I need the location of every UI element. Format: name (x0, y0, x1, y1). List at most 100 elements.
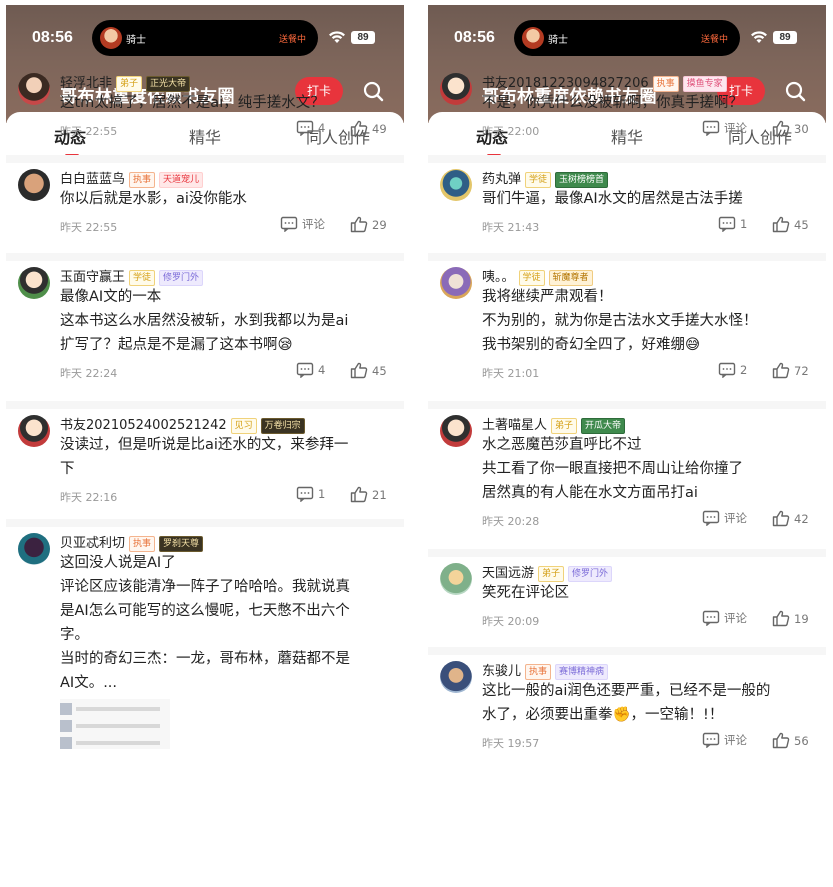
dynamic-island[interactable]: 骑士 送餐中 (92, 20, 318, 56)
post-content[interactable]: 笑死在评论区 (482, 581, 569, 605)
avatar[interactable] (18, 267, 50, 299)
comment-count: 1 (318, 487, 326, 501)
content-line: 水之恶魔芭莎直呼比不过 (482, 437, 642, 453)
author-name[interactable]: 药丸弹 (482, 172, 521, 187)
comment-count: 2 (740, 363, 748, 377)
avatar[interactable] (440, 267, 472, 299)
comment-icon (702, 120, 720, 136)
post-content[interactable]: 这比一般的ai润色还要严重，已经不是一般的 水了，必须要出重拳✊，一空输！!！ (482, 679, 770, 727)
author-name[interactable]: 贝亚忒利切 (60, 536, 125, 551)
comment-button[interactable]: 评论 (702, 120, 747, 136)
avatar[interactable] (18, 415, 50, 447)
avatar[interactable] (440, 415, 472, 447)
post-content[interactable]: 你以后就是水影，ai没你能水 (60, 187, 247, 211)
avatar[interactable] (440, 73, 472, 105)
dynamic-island[interactable]: 骑士 送餐中 (514, 20, 740, 56)
author-name[interactable]: 土著喵星人 (482, 418, 547, 433)
post-author: 咦。。 学徒 斩魔尊者 (482, 266, 593, 286)
thumbs-up-icon (772, 362, 790, 379)
status-time: 08:56 (32, 29, 73, 46)
content-line: 居然真的有人能在水文方面吊打ai (482, 485, 698, 501)
post-item[interactable]: 药丸弹 学徒 玉树榜榜首 哥们牛逼，最像AI水文的居然是古法手搓 昨天 21:43 1 45 (428, 163, 826, 261)
like-button[interactable]: 45 (350, 362, 387, 379)
content-line: 不为别的，就为你是古法水文手搓大水怪！ (482, 313, 758, 329)
thumbs-up-icon (772, 732, 790, 749)
comment-button[interactable]: 1 (296, 486, 325, 502)
title-badge: 开瓜大帝 (581, 418, 626, 434)
post-item[interactable]: 书友20181223094827206 执事 摸鱼专家 不是，你凭什么没被斩啊，你真手… (428, 67, 826, 163)
like-button[interactable]: 21 (350, 486, 387, 503)
avatar[interactable] (18, 169, 50, 201)
post-time: 昨天 20:09 (482, 615, 540, 628)
comment-button[interactable]: 2 (718, 362, 747, 378)
content-line: 我将继续严肃观看！ (482, 289, 613, 305)
rank-badge: 弟子 (551, 418, 578, 434)
content-line: 这回没人说是AI了 (60, 555, 176, 571)
comment-icon (718, 216, 736, 232)
post-content[interactable]: 水之恶魔芭莎直呼比不过 共工看了你一眼直接把不周山让给你撞了 居然真的有人能在水文方… (482, 433, 743, 505)
content-line: 扩写了？起点是不是漏了这本书啊😪 (60, 337, 293, 353)
like-count: 49 (372, 121, 387, 136)
post-item[interactable]: 天国远游 弟子 修罗门外 笑死在评论区 昨天 20:09 评论 19 (428, 557, 826, 655)
comment-button[interactable]: 评论 (702, 610, 747, 626)
comment-button[interactable]: 4 (296, 120, 325, 136)
post-item[interactable]: 贝亚忒利切 执事 罗刹天尊 这回没人说是AI了 评论区应该能清净一阵子了哈哈哈。我就说真… (6, 527, 404, 777)
avatar[interactable] (440, 563, 472, 595)
thumbs-up-icon (350, 486, 368, 503)
author-name[interactable]: 咦。。 (482, 270, 515, 285)
post-item[interactable]: 玉面守赢王 学徒 修罗门外 最像AI文的一本 这本书这么水居然没被斩，水到我都以为是ai… (6, 261, 404, 409)
attached-image-thumbnail[interactable] (60, 699, 170, 749)
author-name[interactable]: 书友20210524002521242 (60, 418, 227, 433)
post-content[interactable]: 这tm太搞了，居然不是ai，纯手搓水文？ (60, 91, 325, 115)
avatar[interactable] (440, 169, 472, 201)
comment-button[interactable]: 1 (718, 216, 747, 232)
comment-button[interactable]: 4 (296, 362, 325, 378)
phone-screen-right: 08:56 骑士 送餐中 89 哥布林重度依赖书友圈 打卡 动态 精华 同人创作… (428, 5, 826, 882)
post-item[interactable]: 咦。。 学徒 斩魔尊者 我将继续严肃观看！ 不为别的，就为你是古法水文手搓大水怪！ 我书架… (428, 261, 826, 409)
author-name[interactable]: 轻浮北非 (60, 76, 112, 91)
thumbs-up-icon (772, 216, 790, 233)
title-badge: 玉树榜榜首 (555, 172, 609, 188)
author-name[interactable]: 东骏儿 (482, 664, 521, 679)
post-content[interactable]: 不是，你凭什么没被斩啊，你真手搓啊？ (482, 91, 743, 115)
post-author: 土著喵星人 弟子 开瓜大帝 (482, 414, 626, 434)
like-count: 45 (372, 363, 387, 378)
author-name[interactable]: 白白蓝蓝鸟 (60, 172, 125, 187)
avatar[interactable] (18, 533, 50, 565)
like-button[interactable]: 72 (772, 362, 809, 379)
post-item[interactable]: 白白蓝蓝鸟 执事 天道宠儿 你以后就是水影，ai没你能水 昨天 22:55 评论 29 (6, 163, 404, 261)
comment-button[interactable]: 评论 (280, 216, 325, 232)
post-content[interactable]: 最像AI文的一本 这本书这么水居然没被斩，水到我都以为是ai 扩写了？起点是不是漏了… (60, 285, 348, 357)
comment-button[interactable]: 评论 (702, 510, 747, 526)
post-item[interactable]: 土著喵星人 弟子 开瓜大帝 水之恶魔芭莎直呼比不过 共工看了你一眼直接把不周山让给你撞了… (428, 409, 826, 557)
comment-count: 4 (318, 121, 326, 135)
island-status: 送餐中 (278, 35, 306, 45)
like-count: 21 (372, 487, 387, 502)
post-content[interactable]: 没读过，但是听说是比ai还水的文，来参拜一下 (60, 433, 348, 481)
post-item[interactable]: 东骏儿 执事 赛博精神病 这比一般的ai润色还要严重，已经不是一般的 水了，必须要出重拳… (428, 655, 826, 775)
rider-avatar (522, 27, 544, 49)
comment-count: 评论 (724, 733, 747, 747)
post-content[interactable]: 我将继续严肃观看！ 不为别的，就为你是古法水文手搓大水怪！ 我书架别的奇幻全四了，好… (482, 285, 758, 357)
content-line: 没读过，但是听说是比ai还水的文，来参拜一 (60, 437, 349, 453)
post-content[interactable]: 这回没人说是AI了 评论区应该能清净一阵子了哈哈哈。我就说真 是AI怎么可能写的这么… (60, 551, 350, 695)
author-name[interactable]: 书友20181223094827206 (482, 76, 649, 91)
author-name[interactable]: 天国远游 (482, 566, 534, 581)
comment-button[interactable]: 评论 (702, 732, 747, 748)
post-content[interactable]: 哥们牛逼，最像AI水文的居然是古法手搓 (482, 187, 743, 211)
thumbs-up-icon (772, 610, 790, 627)
like-button[interactable]: 42 (772, 510, 809, 527)
avatar[interactable] (18, 73, 50, 105)
island-name: 骑士 (548, 35, 568, 46)
like-button[interactable]: 56 (772, 732, 809, 749)
like-button[interactable]: 19 (772, 610, 809, 627)
like-button[interactable]: 30 (772, 120, 809, 137)
like-button[interactable]: 49 (350, 120, 387, 137)
thumbs-up-icon (350, 120, 368, 137)
post-item[interactable]: 轻浮北非 弟子 正光大帝 这tm太搞了，居然不是ai，纯手搓水文？ 昨天 22:55 4 4… (6, 67, 404, 163)
author-name[interactable]: 玉面守赢王 (60, 270, 125, 285)
avatar[interactable] (440, 661, 472, 693)
like-button[interactable]: 45 (772, 216, 809, 233)
post-item[interactable]: 书友20210524002521242 见习 万卷归宗 没读过，但是听说是比ai还水的… (6, 409, 404, 527)
like-button[interactable]: 29 (350, 216, 387, 233)
